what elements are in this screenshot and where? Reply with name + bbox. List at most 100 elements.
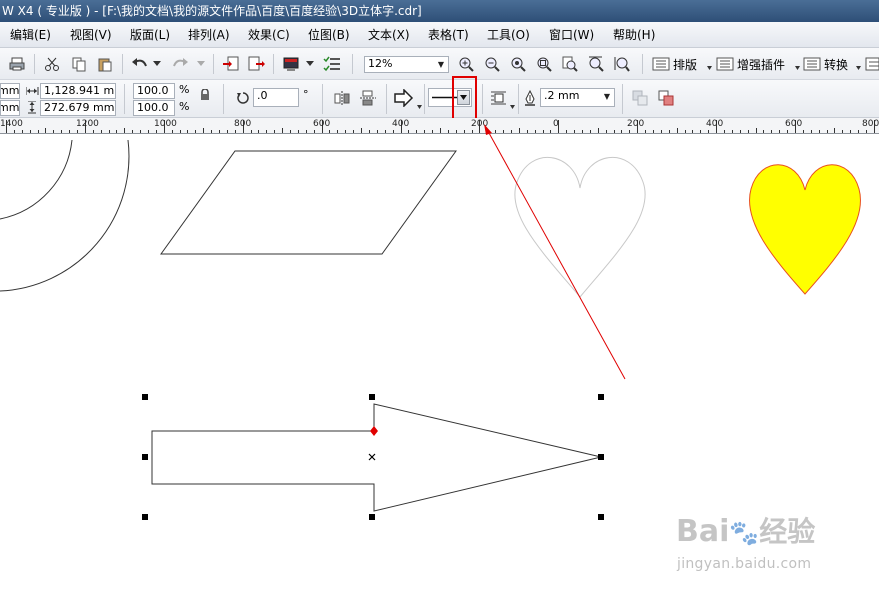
rotation-icon bbox=[235, 90, 251, 106]
zoom-to-all-icon[interactable] bbox=[534, 54, 554, 74]
scale-x-field[interactable]: 100.0 bbox=[133, 83, 175, 99]
to-front-icon[interactable] bbox=[630, 88, 650, 108]
menu-table[interactable]: 表格(T) bbox=[428, 26, 469, 43]
menu-edit[interactable]: 编辑(E) bbox=[10, 26, 51, 43]
plugin-label: 增强插件 bbox=[737, 57, 786, 72]
undo-icon[interactable] bbox=[130, 55, 150, 73]
scale-x-value: 100.0 bbox=[137, 84, 169, 97]
ruler-label: 0 bbox=[553, 119, 559, 129]
height-field[interactable]: 272.679 mm bbox=[40, 100, 116, 116]
scale-y-field[interactable]: 100.0 bbox=[133, 100, 175, 116]
width-icon bbox=[25, 84, 39, 98]
plugin-dropdown-icon[interactable] bbox=[794, 62, 800, 74]
x-position-value: mm bbox=[0, 84, 20, 97]
wrap-text-dropdown-icon[interactable] bbox=[509, 104, 515, 110]
publish-pdf-icon[interactable] bbox=[281, 55, 301, 73]
arrow-shape bbox=[151, 403, 602, 512]
arrange-icon bbox=[652, 57, 670, 71]
redo-icon[interactable] bbox=[170, 55, 190, 73]
convert-icon bbox=[803, 57, 821, 71]
zoom-page-width-icon[interactable] bbox=[586, 54, 606, 74]
width-field[interactable]: 1,128.941 mm bbox=[40, 83, 116, 99]
arc-shape-outer bbox=[0, 139, 130, 292]
chevron-down-icon[interactable]: ▼ bbox=[601, 90, 613, 104]
rotation-field[interactable]: .0 bbox=[253, 88, 299, 107]
zoom-page-height-icon[interactable] bbox=[612, 54, 632, 74]
menu-bitmaps[interactable]: 位图(B) bbox=[308, 26, 350, 43]
watermark-url: jingyan.baidu.com bbox=[677, 556, 812, 572]
ruler-label: 1400 bbox=[0, 119, 23, 129]
menu-text[interactable]: 文本(X) bbox=[368, 26, 410, 43]
menu-arrange[interactable]: 排列(A) bbox=[188, 26, 230, 43]
scale-x-percent: % bbox=[179, 83, 190, 96]
copy-icon[interactable] bbox=[70, 55, 88, 73]
menu-effects[interactable]: 效果(C) bbox=[248, 26, 290, 43]
options-icon[interactable] bbox=[322, 55, 342, 73]
heart-filled-shape bbox=[749, 164, 861, 295]
ruler-label: 800 bbox=[234, 119, 252, 129]
undo-dropdown-icon[interactable] bbox=[152, 57, 162, 71]
menu-layout[interactable]: 版面(L) bbox=[130, 26, 170, 43]
cut-icon[interactable] bbox=[43, 55, 61, 73]
menu-help[interactable]: 帮助(H) bbox=[613, 26, 655, 43]
export-icon[interactable] bbox=[247, 55, 267, 73]
plugin-button[interactable]: 增强插件 bbox=[716, 55, 785, 73]
ruler-label: 600 bbox=[313, 119, 331, 129]
x-position-field[interactable]: mm bbox=[0, 83, 20, 99]
parallelogram-shape bbox=[160, 150, 457, 255]
ruler-label: 200 bbox=[627, 119, 645, 129]
selection-handle bbox=[142, 454, 148, 460]
arrow-start-icon[interactable] bbox=[392, 87, 416, 109]
zoom-level-combo[interactable]: 12% ▼ bbox=[364, 56, 449, 73]
menu-tools[interactable]: 工具(O) bbox=[487, 26, 530, 43]
wrap-text-icon[interactable] bbox=[488, 88, 510, 108]
selection-handle bbox=[142, 514, 148, 520]
selection-handle bbox=[598, 514, 604, 520]
arrange-dropdown-icon[interactable] bbox=[706, 62, 712, 74]
selection-handle bbox=[369, 394, 375, 400]
ruler-ticks bbox=[6, 120, 875, 133]
ruler-label: 1000 bbox=[154, 119, 177, 129]
zoom-to-selected-icon[interactable] bbox=[508, 54, 528, 74]
arrow-start-dropdown-icon[interactable] bbox=[416, 104, 422, 110]
to-back-icon[interactable] bbox=[656, 88, 676, 108]
zoom-to-page-icon[interactable] bbox=[560, 54, 580, 74]
horizontal-ruler[interactable]: 1400 1200 1000 800 600 400 200 0 200 400… bbox=[0, 118, 879, 134]
height-icon bbox=[25, 100, 39, 115]
ruler-label: 800 bbox=[862, 119, 879, 129]
zoom-out-icon[interactable] bbox=[482, 54, 502, 74]
arc-shape-inner bbox=[0, 139, 73, 220]
lock-ratio-icon[interactable] bbox=[198, 88, 212, 102]
watermark-logo: Bai🐾经验 bbox=[676, 514, 816, 549]
highlight-box bbox=[452, 76, 477, 122]
convert-button[interactable]: 转换 bbox=[803, 55, 848, 73]
arrange-button[interactable]: 排版 bbox=[652, 55, 697, 73]
redo-dropdown-icon[interactable] bbox=[196, 57, 206, 71]
standard-toolbar: 12% ▼ 排版 增强插件 转换 bbox=[0, 48, 879, 80]
menu-window[interactable]: 窗口(W) bbox=[549, 26, 594, 43]
publish-dropdown-icon[interactable] bbox=[305, 57, 315, 71]
selection-handle bbox=[598, 454, 604, 460]
paw-icon: 🐾 bbox=[729, 519, 760, 547]
scale-y-value: 100.0 bbox=[137, 101, 169, 114]
mirror-horizontal-icon[interactable] bbox=[332, 88, 352, 108]
selection-handle bbox=[142, 394, 148, 400]
height-value: 272.679 mm bbox=[44, 101, 115, 114]
print-icon[interactable] bbox=[8, 55, 26, 73]
paste-icon[interactable] bbox=[96, 55, 114, 73]
y-position-field[interactable]: mm bbox=[0, 100, 20, 116]
import-icon[interactable] bbox=[221, 55, 241, 73]
ruler-label: 1200 bbox=[76, 119, 99, 129]
toolbar-overflow-icon[interactable] bbox=[864, 55, 879, 73]
arrange-label: 排版 bbox=[673, 57, 698, 72]
selection-handle bbox=[369, 514, 375, 520]
zoom-in-icon[interactable] bbox=[456, 54, 476, 74]
mirror-vertical-icon[interactable] bbox=[358, 88, 378, 108]
arrow-node-handle bbox=[370, 426, 378, 436]
menu-view[interactable]: 视图(V) bbox=[70, 26, 112, 43]
convert-dropdown-icon[interactable] bbox=[855, 62, 861, 74]
property-bar: mm mm 1,128.941 mm 272.679 mm 100.0 100.… bbox=[0, 76, 879, 122]
chevron-down-icon[interactable]: ▼ bbox=[435, 58, 447, 72]
outline-width-combo[interactable]: .2 mm ▼ bbox=[540, 88, 615, 107]
width-value: 1,128.941 mm bbox=[44, 84, 115, 97]
